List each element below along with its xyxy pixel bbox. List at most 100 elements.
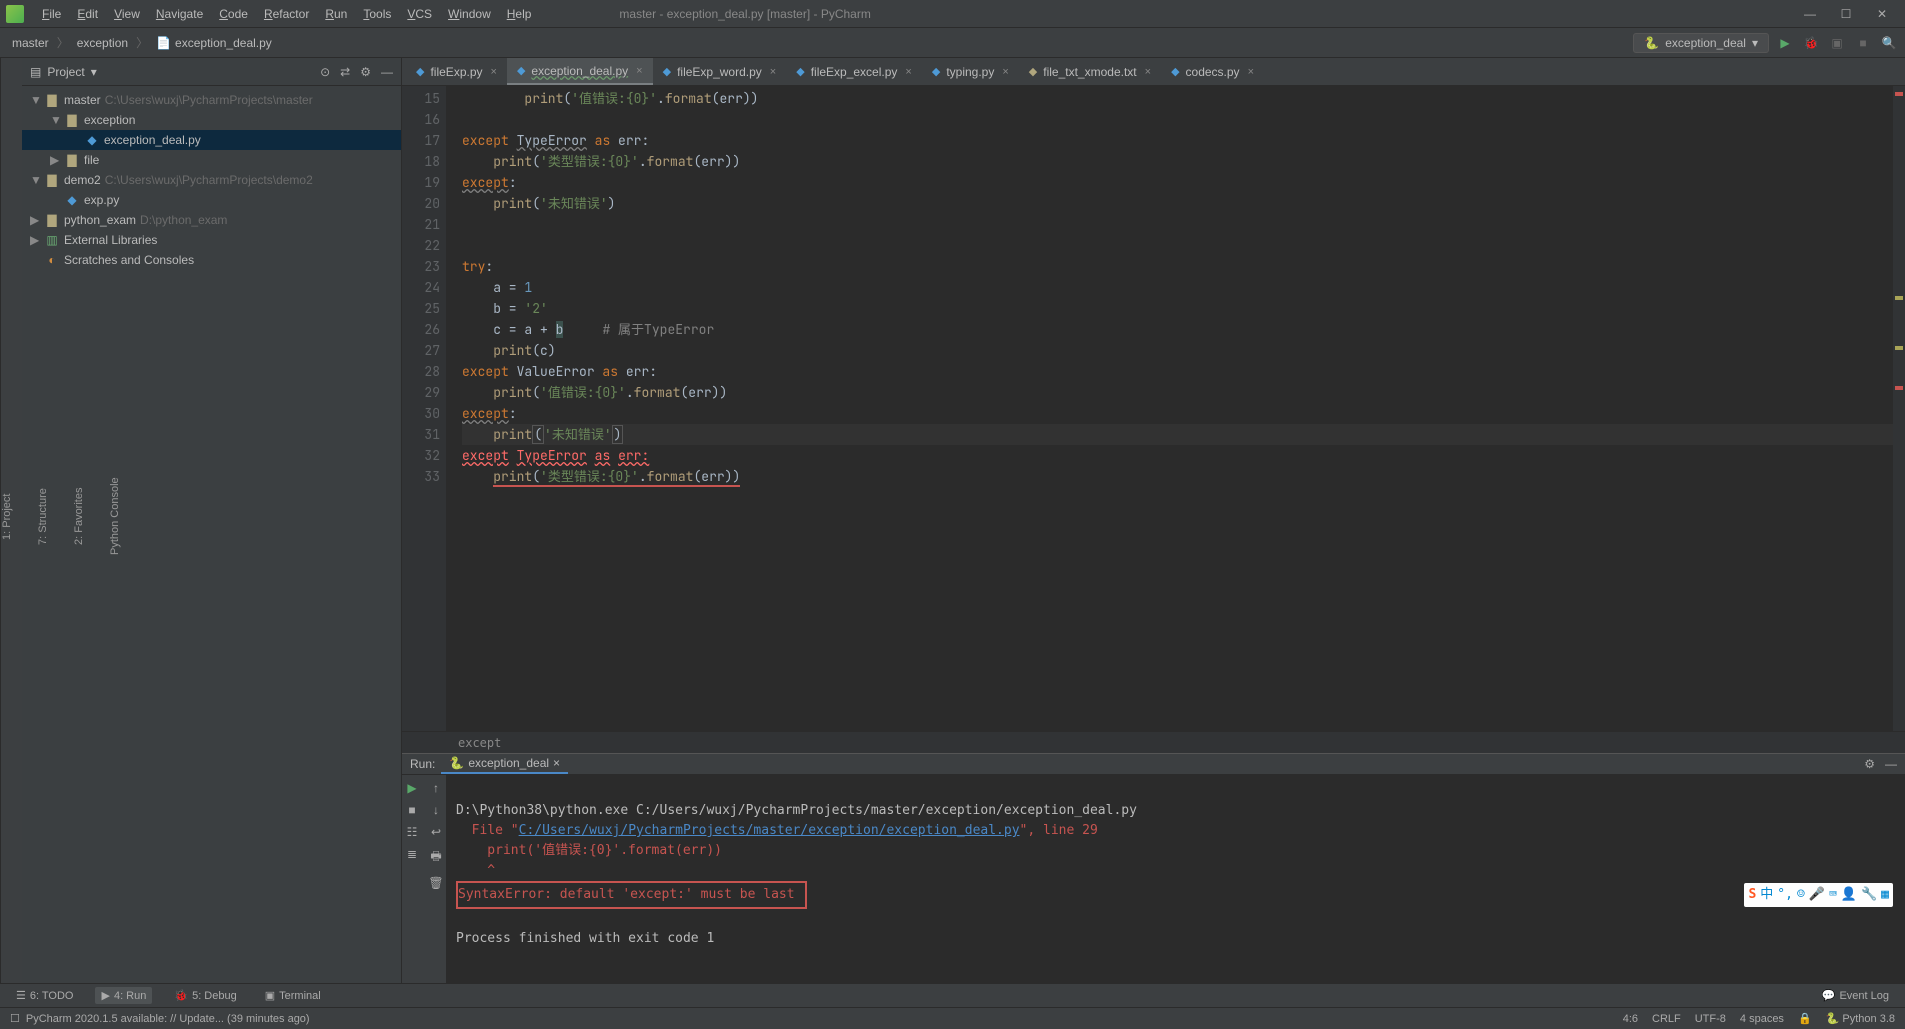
locate-file-button[interactable]: ⊙ <box>320 65 330 79</box>
line-separator[interactable]: CRLF <box>1652 1013 1681 1025</box>
line-number[interactable]: 20 <box>402 193 440 214</box>
code-line[interactable] <box>462 235 1893 256</box>
line-number[interactable]: 24 <box>402 277 440 298</box>
line-number[interactable]: 25 <box>402 298 440 319</box>
console-output[interactable]: D:\Python38\python.exe C:/Users/wuxj/Pyc… <box>446 775 1905 995</box>
close-icon[interactable]: × <box>553 756 560 770</box>
run-tab[interactable]: 🐍 exception_deal × <box>441 754 568 774</box>
menu-run[interactable]: Run <box>317 3 355 25</box>
line-number[interactable]: 31 <box>402 424 440 445</box>
menu-vcs[interactable]: VCS <box>399 3 440 25</box>
editor-tab[interactable]: ◆exception_deal.py× <box>507 58 653 85</box>
notifications-icon[interactable]: ☐ <box>10 1012 20 1025</box>
tree-node[interactable]: ▶▇file <box>22 150 401 170</box>
code-line[interactable]: print('类型错误:{0}'.format(err)) <box>462 151 1893 172</box>
python-console-tool-button[interactable]: Python Console <box>109 472 121 562</box>
breadcrumb-item[interactable]: 📄 exception_deal.py <box>150 34 278 52</box>
line-number[interactable]: 19 <box>402 172 440 193</box>
close-icon[interactable]: × <box>1248 66 1254 78</box>
line-number[interactable]: 15 <box>402 88 440 109</box>
soft-wrap-button[interactable]: ↩ <box>427 825 445 839</box>
code-editor[interactable]: 15161718192021222324252627282930313233 p… <box>402 86 1905 731</box>
line-number[interactable]: 17 <box>402 130 440 151</box>
project-tool-button[interactable]: 1: Project <box>1 487 13 545</box>
breadcrumb-item[interactable]: exception <box>71 34 134 52</box>
tree-arrow-icon[interactable]: ▼ <box>30 93 44 107</box>
run-button[interactable]: ▶ <box>1775 33 1795 53</box>
line-number[interactable]: 23 <box>402 256 440 277</box>
menu-view[interactable]: View <box>106 3 148 25</box>
coverage-button[interactable]: ▣ <box>1827 33 1847 53</box>
editor-breadcrumb[interactable]: except <box>402 731 1905 753</box>
favorites-tool-button[interactable]: 2: Favorites <box>73 482 85 551</box>
menu-file[interactable]: File <box>34 3 69 25</box>
collapse-all-button[interactable]: ⇄ <box>340 65 350 79</box>
error-marker[interactable] <box>1895 386 1903 390</box>
line-number[interactable]: 26 <box>402 319 440 340</box>
ime-menu-icon[interactable]: ▦ <box>1881 885 1889 905</box>
code-line[interactable]: a = 1 <box>462 277 1893 298</box>
stop-button[interactable]: ■ <box>1853 33 1873 53</box>
editor-tab[interactable]: ◆fileExp_excel.py× <box>786 58 922 85</box>
hide-panel-button[interactable]: — <box>1885 757 1897 771</box>
interpreter-selector[interactable]: 🐍 Python 3.8 <box>1826 1012 1895 1025</box>
tree-node[interactable]: ◆exp.py <box>22 190 401 210</box>
tree-node[interactable]: ▼▇master C:\Users\wuxj\PycharmProjects\m… <box>22 90 401 110</box>
file-link[interactable]: C:/Users/wuxj/PycharmProjects/master/exc… <box>519 823 1020 838</box>
menu-help[interactable]: Help <box>499 3 540 25</box>
ime-tool-icon[interactable]: 🔧 <box>1861 885 1877 905</box>
line-number[interactable]: 18 <box>402 151 440 172</box>
line-number[interactable]: 22 <box>402 235 440 256</box>
code-line[interactable]: print(c) <box>462 340 1893 361</box>
indent-setting[interactable]: 4 spaces <box>1740 1013 1784 1025</box>
code-line[interactable]: except TypeError as err: <box>462 130 1893 151</box>
menu-edit[interactable]: Edit <box>69 3 106 25</box>
file-encoding[interactable]: UTF-8 <box>1695 1013 1726 1025</box>
line-number[interactable]: 32 <box>402 445 440 466</box>
editor-tab[interactable]: ◆codecs.py× <box>1161 58 1264 85</box>
menu-tools[interactable]: Tools <box>355 3 399 25</box>
print-button[interactable]: 🖶 <box>427 847 445 868</box>
close-icon[interactable]: × <box>770 66 776 78</box>
editor-tab[interactable]: ◆typing.py× <box>922 58 1019 85</box>
tree-arrow-icon[interactable]: ▶ <box>30 213 44 227</box>
line-number[interactable]: 21 <box>402 214 440 235</box>
filter-button[interactable]: ≣ <box>403 847 421 861</box>
down-stack-button[interactable]: ↓ <box>427 803 445 817</box>
close-icon[interactable]: × <box>1002 66 1008 78</box>
tree-arrow-icon[interactable]: ▶ <box>50 153 64 167</box>
line-number[interactable]: 33 <box>402 466 440 487</box>
line-number[interactable]: 27 <box>402 340 440 361</box>
tree-node[interactable]: ▼▇exception <box>22 110 401 130</box>
code-line[interactable]: print('值错误:{0}'.format(err)) <box>462 382 1893 403</box>
run-tool-button[interactable]: ▶ 4: Run <box>95 987 152 1004</box>
clear-button[interactable]: 🗑 <box>427 876 445 890</box>
error-stripe[interactable] <box>1893 86 1905 731</box>
terminal-tool-button[interactable]: ▣ Terminal <box>259 987 327 1004</box>
tree-arrow-icon[interactable]: ▼ <box>50 113 64 127</box>
settings-icon[interactable]: ⚙ <box>360 65 371 79</box>
ime-keyboard-icon[interactable]: ⌨ <box>1829 885 1837 905</box>
code-line[interactable]: except: <box>462 403 1893 424</box>
project-view-selector[interactable]: ▤ Project ▾ <box>30 65 320 79</box>
up-stack-button[interactable]: ↑ <box>427 781 445 795</box>
code-line[interactable]: print('未知错误') <box>462 424 1893 445</box>
tree-arrow-icon[interactable]: ▼ <box>30 173 44 187</box>
readonly-toggle[interactable]: 🔒 <box>1798 1012 1812 1025</box>
close-icon[interactable]: × <box>491 66 497 78</box>
cursor-position[interactable]: 4:6 <box>1623 1013 1638 1025</box>
code-line[interactable]: c = a + b # 属于TypeError <box>462 319 1893 340</box>
code-line[interactable] <box>462 109 1893 130</box>
ime-punct-icon[interactable]: °, <box>1777 885 1793 905</box>
debug-tool-button[interactable]: 🐞 5: Debug <box>168 987 242 1004</box>
hide-panel-button[interactable]: — <box>381 65 393 79</box>
tree-node[interactable]: ▶▇python_exam D:\python_exam <box>22 210 401 230</box>
run-config-selector[interactable]: 🐍 exception_deal ▾ <box>1633 33 1769 53</box>
warning-marker[interactable] <box>1895 346 1903 350</box>
error-marker[interactable] <box>1895 92 1903 96</box>
search-everywhere-button[interactable]: 🔍 <box>1879 33 1899 53</box>
debug-button[interactable]: 🐞 <box>1801 33 1821 53</box>
tree-node[interactable]: ◐Scratches and Consoles <box>22 250 401 270</box>
line-number[interactable]: 16 <box>402 109 440 130</box>
warning-marker[interactable] <box>1895 296 1903 300</box>
